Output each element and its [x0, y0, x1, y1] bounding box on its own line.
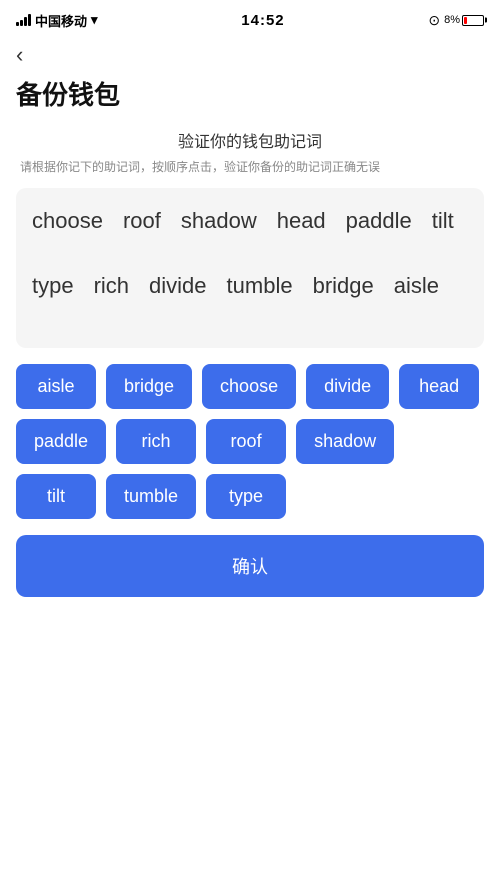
section-header: 验证你的钱包助记词 请根据你记下的助记词，按顺序点击，验证你备份的助记词正确无误 [16, 128, 484, 176]
carrier-name: 中国移动 [35, 11, 87, 30]
word-button-rich[interactable]: rich [116, 419, 196, 464]
word-button-type[interactable]: type [206, 474, 286, 519]
circular-icon: ⊙ [428, 12, 440, 29]
word-button-bridge[interactable]: bridge [106, 364, 192, 409]
back-arrow-icon: ‹ [16, 42, 23, 67]
word-button-paddle[interactable]: paddle [16, 419, 106, 464]
battery-container: 8% [444, 14, 484, 26]
back-button[interactable]: ‹ [0, 36, 39, 67]
display-word: divide [149, 273, 206, 299]
page-title: 备份钱包 [0, 67, 500, 128]
word-button-tumble[interactable]: tumble [106, 474, 196, 519]
display-word: tilt [432, 208, 454, 234]
battery-percent: 8% [444, 14, 460, 26]
signal-icon [16, 14, 31, 26]
display-word: bridge [313, 273, 374, 299]
word-button-divide[interactable]: divide [306, 364, 389, 409]
status-bar: 中国移动 ▾ 14:52 ⊙ 8% [0, 0, 500, 36]
display-word: rich [94, 273, 129, 299]
battery-icon [462, 15, 484, 26]
word-button-tilt[interactable]: tilt [16, 474, 96, 519]
display-word: head [277, 208, 326, 234]
display-word: tumble [227, 273, 293, 299]
word-display-area: choose roof shadow head paddle tilt type richdi… [16, 188, 484, 348]
confirm-button-container: 确认 [16, 535, 484, 597]
display-word: shadow [181, 208, 257, 234]
wifi-icon: ▾ [91, 12, 98, 28]
word-button-aisle[interactable]: aisle [16, 364, 96, 409]
status-right: ⊙ 8% [428, 12, 484, 29]
display-word: choose [32, 208, 103, 234]
section-title: 验证你的钱包助记词 [16, 128, 484, 152]
display-word: roof [123, 208, 161, 234]
section-desc: 请根据你记下的助记词，按顺序点击，验证你备份的助记词正确无误 [16, 158, 484, 176]
status-time: 14:52 [241, 12, 284, 29]
display-word: aisle [394, 273, 439, 299]
battery-fill [464, 17, 467, 24]
word-button-choose[interactable]: choose [202, 364, 296, 409]
word-button-roof[interactable]: roof [206, 419, 286, 464]
display-word: paddle [346, 208, 412, 234]
display-word: type [32, 273, 74, 299]
confirm-button[interactable]: 确认 [16, 535, 484, 597]
word-button-head[interactable]: head [399, 364, 479, 409]
word-buttons-container: aislebridgechoosedividehead paddlerichroo… [16, 364, 484, 519]
status-carrier: 中国移动 ▾ [16, 11, 98, 30]
word-button-shadow[interactable]: shadow [296, 419, 394, 464]
